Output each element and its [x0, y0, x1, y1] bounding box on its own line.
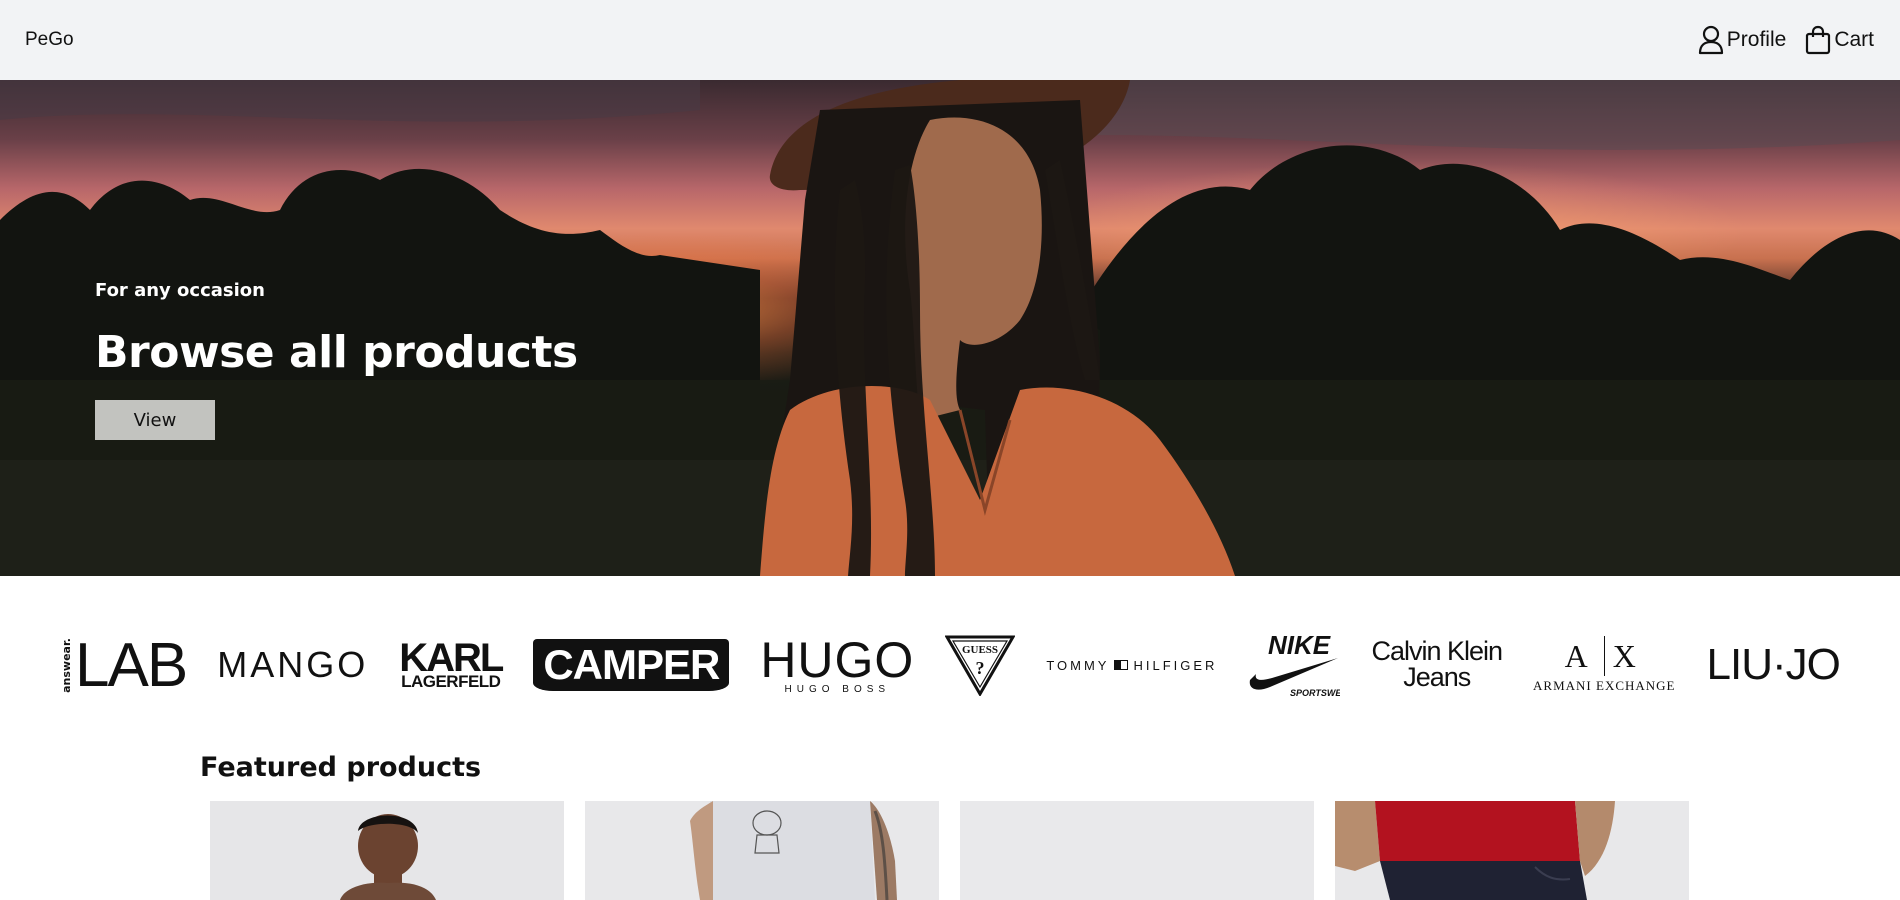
- brand-answear-lab-name: LAB: [75, 630, 188, 700]
- brand-karl-line2: LAGERFELD: [401, 671, 501, 691]
- site-logo[interactable]: PeGo: [25, 29, 74, 51]
- brand-camper-name: CAMPER: [533, 639, 730, 691]
- site-header: PeGo Profile Cart: [0, 0, 1900, 80]
- view-button[interactable]: View: [95, 400, 215, 440]
- product-card[interactable]: [1335, 801, 1689, 900]
- hero-banner: For any occasion Browse all products Vie…: [0, 80, 1900, 576]
- brand-camper[interactable]: CAMPER: [533, 639, 730, 691]
- brand-answear-lab-prefix: answear.: [60, 637, 73, 693]
- brand-mango[interactable]: MANGO: [217, 644, 368, 686]
- brand-nike[interactable]: NIKE SPORTSWEAR: [1248, 632, 1340, 698]
- product-card[interactable]: [210, 801, 564, 900]
- hero-title: Browse all products: [95, 327, 578, 378]
- tommy-flag-icon: [1114, 660, 1129, 670]
- cart-link[interactable]: Cart: [1804, 25, 1874, 55]
- brand-strip: answear. LAB MANGO KARL LAGERFELD CAMPER…: [60, 620, 1841, 710]
- brand-liujo-left: LIU: [1706, 640, 1773, 689]
- hero-eyebrow: For any occasion: [95, 280, 265, 301]
- brand-karl-lagerfeld[interactable]: KARL LAGERFELD: [399, 635, 504, 691]
- featured-title: Featured products: [200, 752, 482, 783]
- brand-nike-name: NIKE: [1268, 632, 1331, 660]
- brand-nike-sub: SPORTSWEAR: [1290, 688, 1340, 698]
- product-card[interactable]: [960, 801, 1314, 900]
- brand-guess-mark: ?: [976, 658, 985, 678]
- brand-guess-name: GUESS: [962, 644, 998, 656]
- product-image: [1335, 801, 1689, 900]
- liujo-dot: ·: [1771, 640, 1787, 689]
- brand-ax-sub: ARMANI EXCHANGE: [1533, 678, 1676, 693]
- brand-calvin-klein[interactable]: Calvin Klein Jeans: [1371, 638, 1503, 692]
- brand-guess[interactable]: GUESS ?: [945, 634, 1016, 696]
- brand-liu-jo[interactable]: LIU · JO: [1706, 640, 1841, 690]
- brand-tommy-right: HILFIGER: [1133, 657, 1218, 673]
- profile-label: Profile: [1726, 28, 1787, 51]
- header-nav: Profile Cart: [1697, 25, 1874, 55]
- hero-content: For any occasion Browse all products Vie…: [95, 280, 578, 440]
- user-icon: [1697, 25, 1725, 55]
- brand-ax-right: X: [1612, 637, 1644, 674]
- nike-swoosh-icon: NIKE SPORTSWEAR: [1250, 632, 1340, 698]
- product-card[interactable]: [585, 801, 939, 900]
- brand-ck-line2: Jeans: [1403, 662, 1471, 692]
- brand-ax-left: A: [1564, 637, 1596, 674]
- brand-karl-line1: KARL: [399, 635, 504, 680]
- brand-hugo[interactable]: HUGO HUGO BOSS: [760, 635, 914, 695]
- featured-products-grid: [210, 801, 1690, 900]
- brand-armani-exchange[interactable]: AX ARMANI EXCHANGE: [1533, 636, 1675, 694]
- product-image: [585, 801, 939, 900]
- shopping-bag-icon: [1804, 25, 1832, 55]
- guess-triangle-icon: GUESS ?: [945, 635, 1016, 696]
- brand-liujo-right: JO: [1785, 640, 1841, 689]
- brand-tommy-left: TOMMY: [1046, 657, 1110, 673]
- brand-tommy-hilfiger[interactable]: TOMMY HILFIGER: [1046, 658, 1217, 673]
- brand-answear-lab[interactable]: answear. LAB: [60, 630, 188, 701]
- product-image: [960, 801, 1314, 900]
- brand-hugo-name: HUGO: [760, 632, 915, 688]
- profile-link[interactable]: Profile: [1697, 25, 1787, 55]
- product-image: [210, 801, 564, 900]
- cart-label: Cart: [1834, 28, 1874, 51]
